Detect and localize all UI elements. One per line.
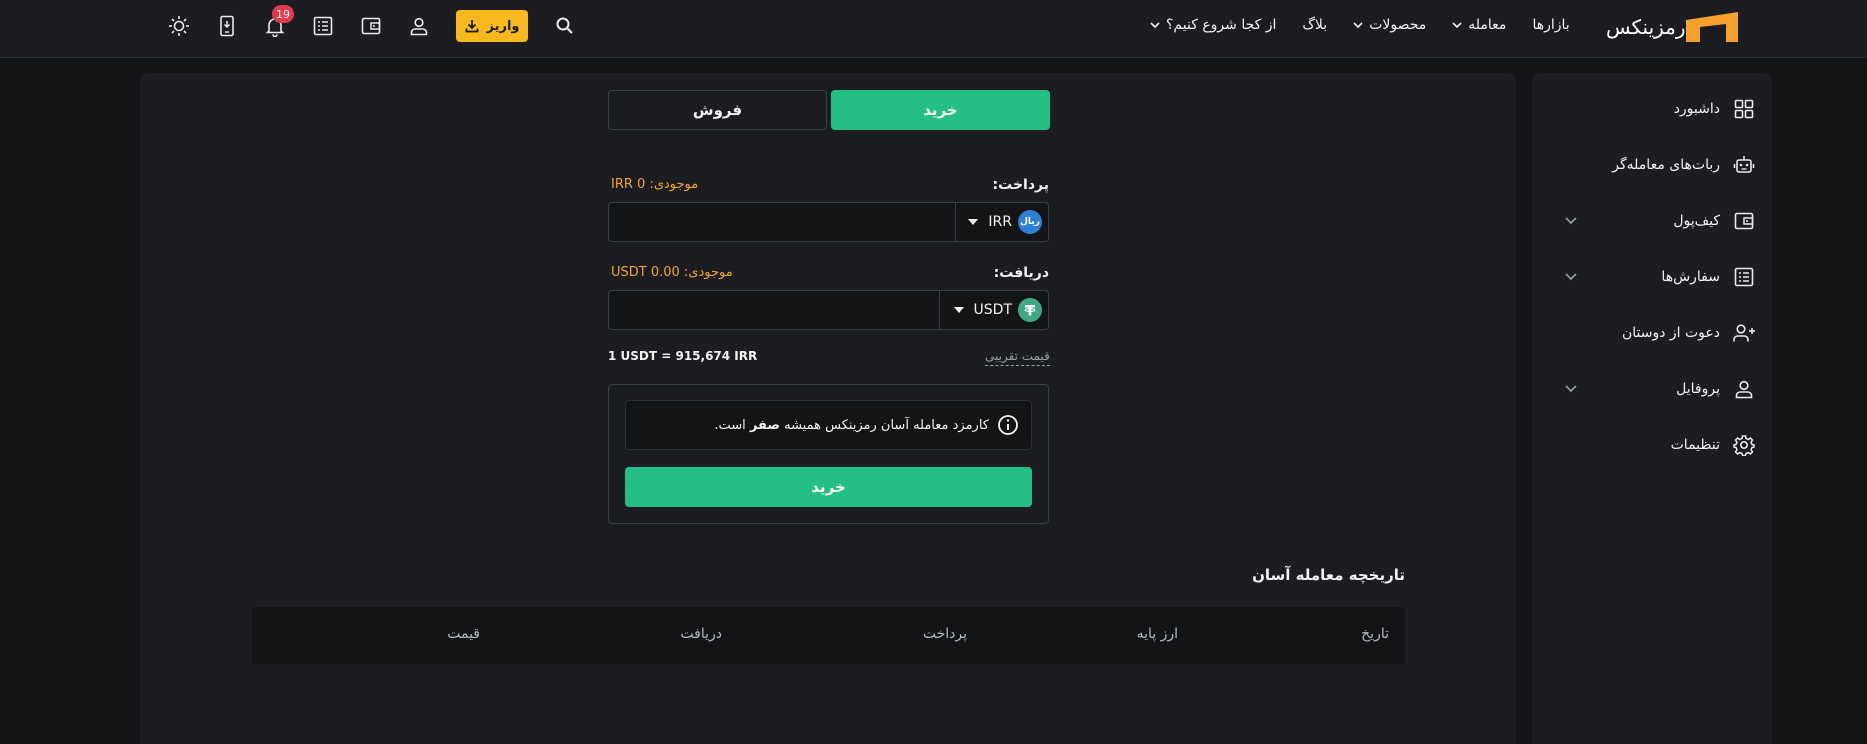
chevron-down-icon [1565, 273, 1577, 281]
history-col-date: تاریخ [1361, 626, 1389, 642]
fee-notice-bold: صفر [749, 417, 780, 433]
orders-icon [1732, 265, 1756, 289]
pay-currency-select[interactable]: ریال IRR [955, 203, 1048, 241]
pay-amount-input[interactable] [609, 203, 955, 241]
receive-balance[interactable]: موجودی: USDT 0.00 [611, 265, 733, 280]
history-col-price: قیمت [447, 626, 480, 642]
receive-label: دریافت: [993, 265, 1049, 281]
nav-getting-started-label: از کجا شروع کنیم؟ [1166, 17, 1277, 33]
settings-gear-icon [1732, 433, 1756, 457]
pay-field: ریال IRR [608, 202, 1049, 242]
chevron-down-icon [1565, 217, 1577, 225]
fee-notice: کارمزد معامله آسان رمزینکس همیشه صفر است… [625, 400, 1032, 450]
nav-blog[interactable]: بلاگ [1302, 17, 1327, 33]
history-table-header: تاریخ ارز پایه پرداخت دریافت قیمت [252, 607, 1405, 664]
caret-down-icon [968, 219, 979, 225]
chevron-down-icon [1150, 22, 1160, 29]
deposit-button-label: واریز [486, 18, 520, 34]
nav-products[interactable]: محصولات [1353, 17, 1426, 33]
sidebar-item-dashboard[interactable]: داشبورد [1532, 89, 1772, 129]
nav-products-label: محصولات [1369, 17, 1427, 33]
theme-sun-icon[interactable] [168, 15, 190, 37]
tab-buy[interactable]: خرید [831, 90, 1050, 130]
exchange-rate: 1 USDT = 915,674 IRR [608, 349, 758, 363]
history-col-pay: پرداخت [922, 626, 967, 642]
sidebar-item-profile[interactable]: پروفایل [1532, 369, 1772, 409]
brand-name: رمزینکس [1606, 15, 1686, 39]
tab-sell[interactable]: فروش [608, 90, 827, 130]
pay-label: پرداخت: [992, 177, 1049, 193]
top-bar: رمزینکس بازارها معامله محصولات بلاگ از ک… [0, 0, 1867, 58]
nav-markets[interactable]: بازارها [1532, 17, 1569, 33]
sidebar-item-label: سفارش‌ها [1661, 269, 1720, 285]
brand-logo[interactable]: رمزینکس [1594, 12, 1738, 42]
approx-price-label[interactable]: قیمت تقریبی [985, 349, 1050, 366]
nav-trade-label: معامله [1468, 17, 1507, 33]
nav-blog-label: بلاگ [1302, 17, 1328, 33]
orders-icon[interactable] [312, 15, 334, 37]
irr-coin-icon: ریال [1018, 210, 1042, 234]
notification-count-badge: 19 [272, 5, 294, 23]
fee-notice-post: است. [714, 417, 746, 433]
chevron-down-icon [1353, 22, 1363, 29]
profile-icon [1732, 377, 1756, 401]
download-icon [465, 20, 478, 33]
tether-coin-icon [1018, 298, 1042, 322]
history-title: تاریخچه معامله آسان [1252, 566, 1405, 584]
fee-notice-pre: کارمزد معامله آسان رمزینکس همیشه [784, 417, 989, 433]
receive-field: USDT [608, 290, 1049, 330]
pay-balance[interactable]: موجودی: IRR 0 [611, 177, 698, 192]
nav-getting-started[interactable]: از کجا شروع کنیم؟ [1150, 17, 1276, 33]
sidebar-item-label: داشبورد [1673, 101, 1720, 117]
deposit-button[interactable]: واریز [456, 10, 528, 42]
nav-markets-label: بازارها [1532, 17, 1570, 33]
trade-summary-box: کارمزد معامله آسان رمزینکس همیشه صفر است… [608, 384, 1049, 524]
sidebar-item-trading-bots[interactable]: ربات‌های معامله‌گر [1532, 145, 1772, 185]
history-col-base-currency: ارز پایه [1136, 626, 1178, 642]
receive-amount-input[interactable] [609, 291, 939, 329]
sidebar-item-settings[interactable]: تنظیمات [1532, 425, 1772, 465]
sidebar-item-label: پروفایل [1676, 381, 1720, 397]
sidebar-item-orders[interactable]: سفارش‌ها [1532, 257, 1772, 297]
brand-logo-mark-icon [1685, 12, 1738, 42]
sidebar-item-invite-friends[interactable]: دعوت از دوستان [1532, 313, 1772, 353]
sidebar: داشبورد ربات‌های معامله‌گر کیف‌پول سفارش… [1532, 73, 1772, 744]
wallet-icon[interactable] [360, 15, 382, 37]
wallet-icon [1732, 209, 1756, 233]
sidebar-item-label: دعوت از دوستان [1621, 325, 1720, 341]
nav-trade[interactable]: معامله [1452, 17, 1506, 33]
caret-down-icon [953, 307, 964, 313]
header-tools: 19 واریز [168, 5, 576, 42]
robot-icon [1732, 153, 1756, 177]
history-col-receive: دریافت [680, 626, 722, 642]
chevron-down-icon [1452, 22, 1462, 29]
search-icon[interactable] [554, 15, 576, 37]
receive-currency-select[interactable]: USDT [939, 291, 1048, 329]
sidebar-item-label: ربات‌های معامله‌گر [1612, 157, 1720, 173]
sidebar-item-label: کیف‌پول [1673, 213, 1720, 229]
bell-icon[interactable]: 19 [264, 5, 294, 37]
mobile-app-icon[interactable] [216, 15, 238, 37]
sidebar-item-wallet[interactable]: کیف‌پول [1532, 201, 1772, 241]
user-icon[interactable] [408, 15, 430, 37]
buy-submit-button[interactable]: خرید [625, 467, 1032, 507]
info-icon [998, 415, 1018, 435]
chevron-down-icon [1565, 385, 1577, 393]
pay-currency-code: IRR [988, 214, 1012, 230]
sidebar-item-label: تنظیمات [1670, 437, 1720, 453]
main-nav: بازارها معامله محصولات بلاگ از کجا شروع … [1150, 0, 1570, 50]
fee-notice-text: کارمزد معامله آسان رمزینکس همیشه صفر است… [714, 418, 989, 433]
invite-user-icon [1732, 321, 1756, 345]
receive-currency-code: USDT [973, 302, 1012, 318]
dashboard-icon [1732, 97, 1756, 121]
